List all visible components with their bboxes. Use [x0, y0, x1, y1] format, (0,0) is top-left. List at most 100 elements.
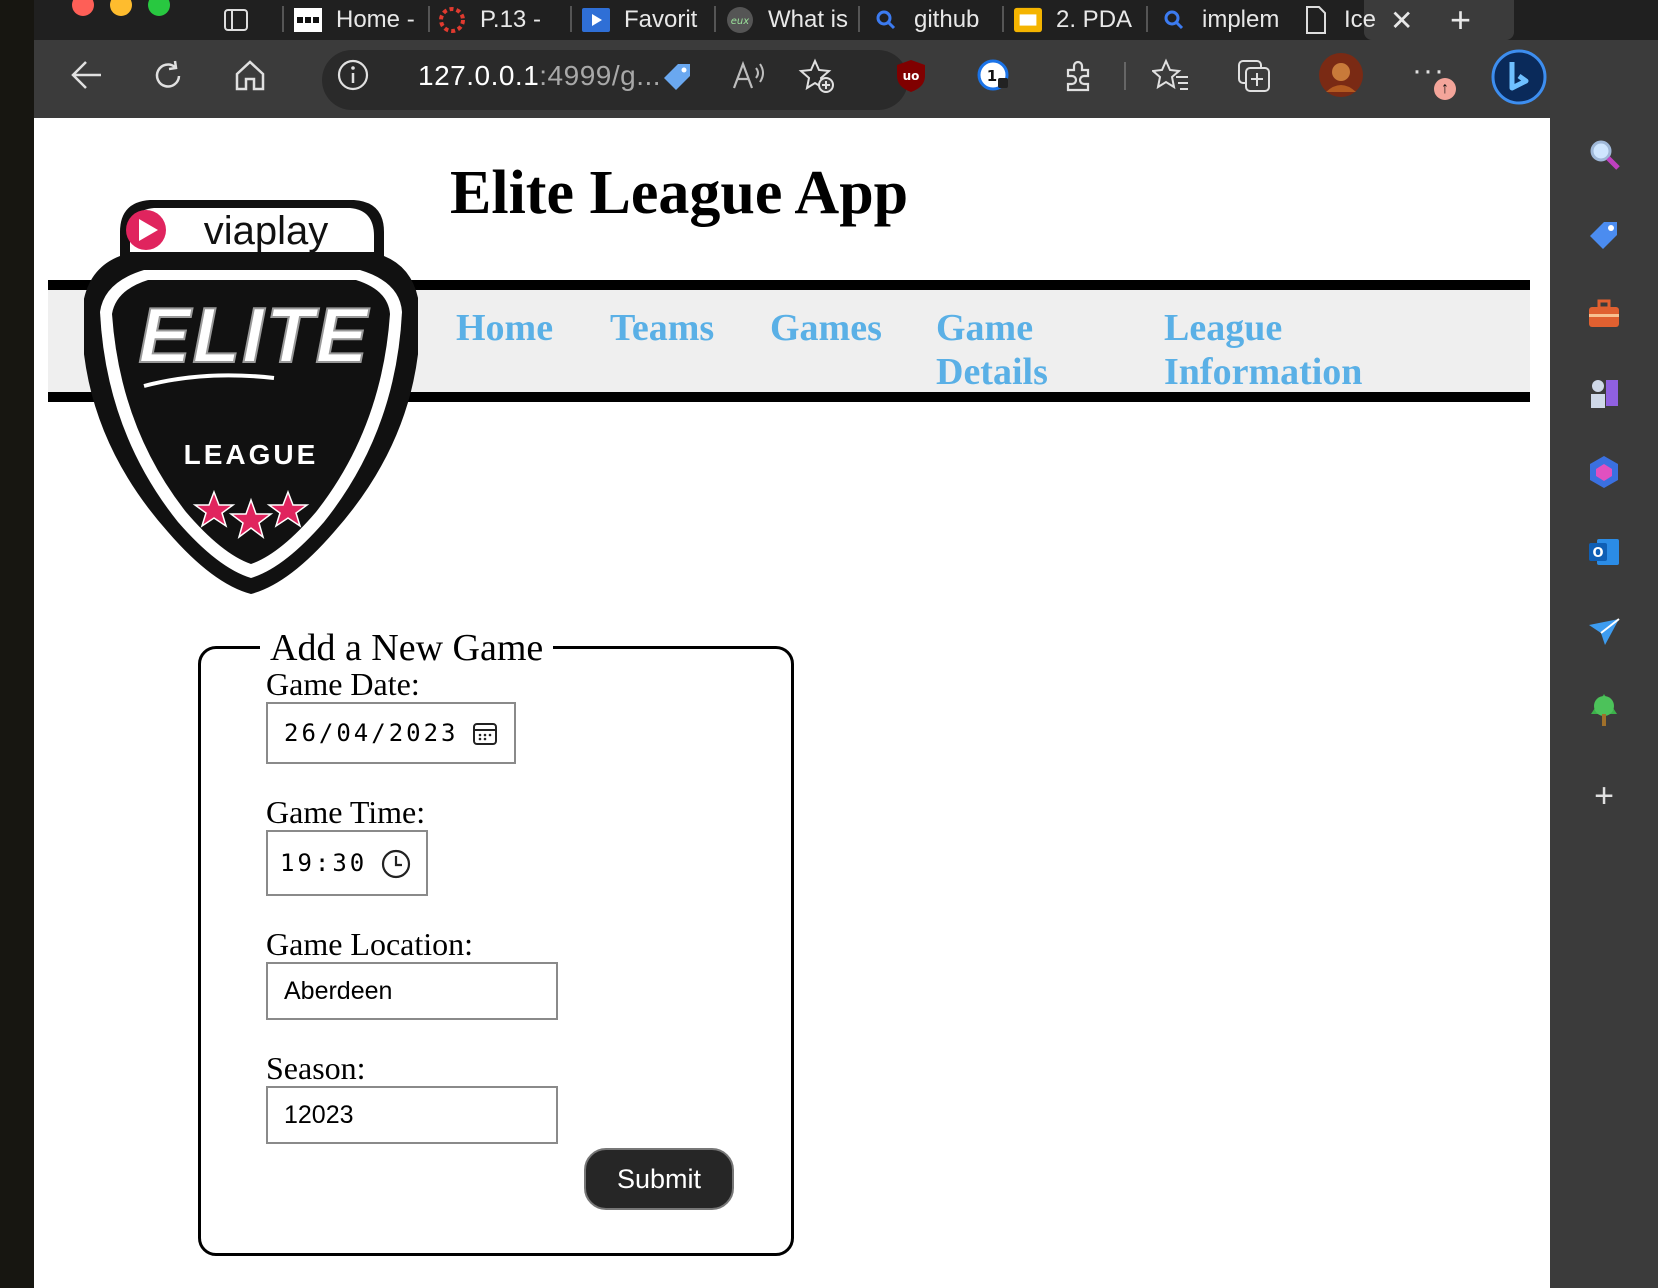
game-date-value: 26/04/2023 [284, 719, 459, 747]
nav-link-label: Teams [610, 307, 715, 349]
site-info-icon[interactable] [336, 58, 370, 98]
sidebar-shopping-icon[interactable] [1584, 214, 1624, 254]
url-host: 127.0.0.1 [418, 60, 540, 91]
home-icon[interactable] [232, 58, 268, 98]
nav-link-label: Information [1164, 351, 1363, 393]
add-favorite-icon[interactable] [798, 58, 836, 100]
tab-separator [714, 6, 716, 32]
bing-copilot-icon[interactable] [1490, 48, 1548, 112]
search-favicon-icon [1160, 6, 1188, 34]
tab-separator [1146, 6, 1148, 32]
tab-separator [570, 6, 572, 32]
sidebar-tools-icon[interactable] [1584, 294, 1624, 334]
elite-league-logo[interactable]: viaplay ELITE LEAGUE [84, 192, 418, 632]
tab-label: 2. PDA [1056, 6, 1133, 33]
nav-link-label: Games [770, 307, 882, 349]
update-badge: ↑ [1434, 78, 1456, 100]
tab-p13[interactable]: P.13 - [438, 0, 568, 40]
logo-word-text: ELITE [138, 291, 369, 379]
read-aloud-icon[interactable] [730, 58, 768, 98]
tab-label: github [914, 6, 980, 33]
page-favicon-icon [1302, 6, 1330, 34]
game-time-input[interactable]: 19:30 [266, 830, 428, 896]
sidebar-add-icon[interactable]: + [1584, 776, 1624, 816]
search-favicon-icon [872, 6, 900, 34]
eux-favicon-icon: eux [726, 6, 754, 34]
calendar-icon[interactable] [472, 720, 498, 751]
nav-link-label: Game [936, 307, 1034, 349]
logo-sub-text: LEAGUE [184, 439, 319, 470]
tab-label: Favorit [624, 6, 698, 33]
new-tab-icon[interactable]: + [1450, 0, 1480, 40]
svg-text:1: 1 [987, 67, 997, 85]
toolbar-separator [1124, 62, 1126, 90]
sidebar-send-icon[interactable] [1584, 612, 1624, 652]
tab-home[interactable]: Home - [294, 0, 424, 40]
tab-label: Home - [336, 6, 415, 33]
sidebar-outlook-icon[interactable]: O [1584, 532, 1624, 572]
tab-implem[interactable]: implem [1160, 0, 1284, 40]
game-date-label: Game Date: [266, 666, 420, 702]
nav-link-game-details[interactable]: Game Details [936, 306, 1048, 394]
desktop-background [0, 0, 34, 1288]
game-time-value: 19:30 [280, 849, 368, 877]
sidebar-games-icon[interactable] [1584, 372, 1624, 412]
logo-brand-text: viaplay [204, 209, 329, 253]
tab-pda[interactable]: 2. PDA [1014, 0, 1144, 40]
tab-separator [858, 6, 860, 32]
sidebar-tree-icon[interactable] [1584, 690, 1624, 730]
tab-separator [1002, 6, 1004, 32]
password-manager-extension-icon[interactable]: 1 [976, 58, 1012, 100]
nav-link-label: Home [456, 307, 554, 349]
extensions-icon[interactable] [1060, 58, 1096, 100]
game-location-input[interactable]: Aberdeen [266, 962, 558, 1020]
nav-link-games[interactable]: Games [770, 306, 882, 350]
red-circle-favicon-icon [438, 6, 466, 34]
nav-link-home[interactable]: Home [456, 306, 553, 350]
svg-text:O: O [1592, 546, 1603, 561]
game-date-input[interactable]: 26/04/2023 [266, 702, 516, 764]
tab-actions-button[interactable] [222, 0, 262, 40]
tab-separator [282, 6, 284, 32]
page-title: Elite League App [450, 159, 909, 227]
season-value: 12023 [284, 1100, 354, 1129]
nav-link-label: League [1164, 307, 1283, 349]
clock-icon[interactable] [380, 848, 412, 885]
tab-separator [428, 6, 430, 32]
favorites-icon[interactable] [1150, 58, 1190, 100]
coupon-tag-icon[interactable] [660, 58, 696, 100]
game-location-value: Aberdeen [284, 976, 393, 1005]
svg-text:eux: eux [731, 16, 749, 27]
back-icon[interactable] [68, 58, 104, 98]
nav-link-teams[interactable]: Teams [610, 306, 714, 350]
sidebar-copilot-icon[interactable] [1584, 452, 1624, 492]
submit-button[interactable]: Submit [584, 1148, 734, 1210]
form-legend: Add a New Game [260, 626, 554, 670]
sidebar-search-icon[interactable] [1584, 134, 1624, 174]
url-text[interactable]: 127.0.0.1:4999/g... [418, 60, 661, 92]
tab-actions-icon [222, 6, 250, 34]
video-favicon-icon [582, 6, 610, 34]
tab-label: implem [1202, 6, 1280, 33]
page-viewport: Elite League App Home Teams Games Game D… [34, 118, 1550, 1288]
ublock-extension-icon[interactable]: uo [894, 58, 928, 100]
season-input[interactable]: 12023 [266, 1086, 558, 1144]
nav-link-league-information[interactable]: League Information [1164, 306, 1362, 394]
nav-link-label: Details [936, 351, 1048, 393]
tab-github[interactable]: github [872, 0, 1002, 40]
close-tab-icon[interactable]: ✕ [1390, 0, 1420, 40]
game-location-label: Game Location: [266, 926, 474, 962]
tab-label: P.13 - [480, 6, 541, 33]
svg-text:uo: uo [903, 69, 920, 83]
collections-icon[interactable] [1236, 58, 1272, 100]
tab-what-is[interactable]: eux What is [726, 0, 856, 40]
game-time-label: Game Time: [266, 794, 426, 830]
reload-icon[interactable] [150, 58, 186, 100]
season-label: Season: [266, 1050, 366, 1086]
tab-favorites[interactable]: Favorit [582, 0, 712, 40]
profile-avatar[interactable] [1318, 52, 1364, 104]
grid-favicon-icon [294, 6, 322, 34]
slides-favicon-icon [1014, 6, 1042, 34]
url-path: :4999/g... [539, 60, 662, 91]
tab-label: What is [768, 6, 849, 33]
